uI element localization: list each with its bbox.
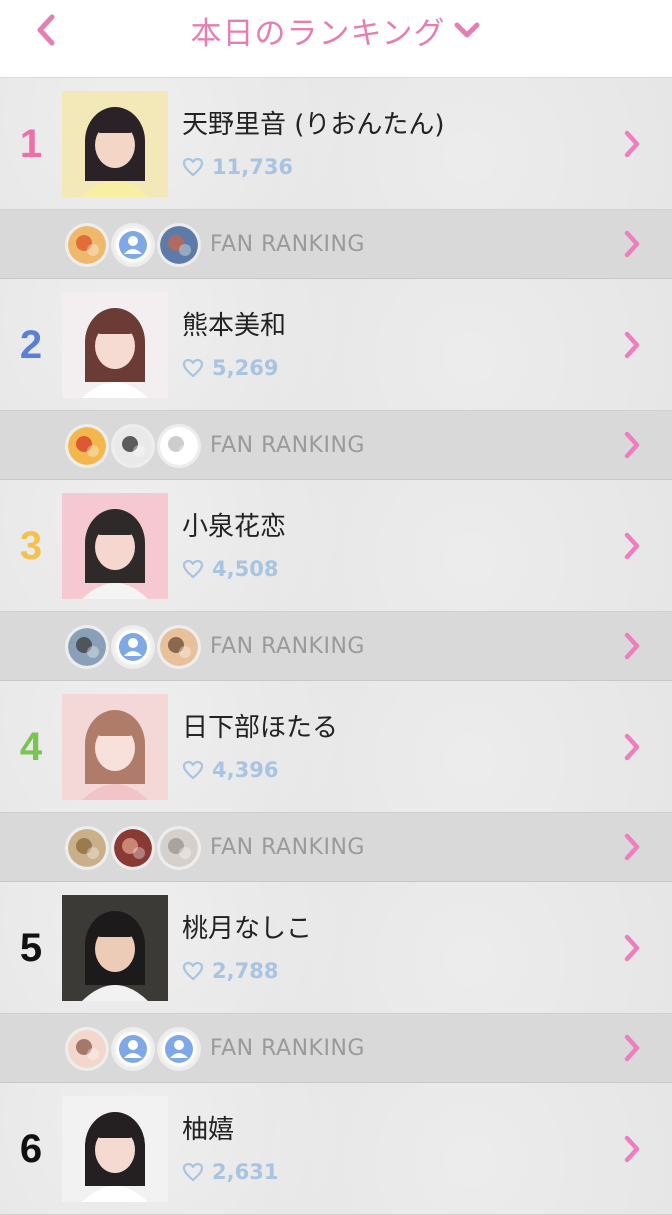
user-icon: [114, 226, 152, 264]
fan-ranking-row[interactable]: FAN RANKING: [0, 612, 672, 681]
idol-name: 天野里音 (りおんたん): [182, 110, 445, 140]
chevron-right-icon[interactable]: [620, 227, 644, 261]
ranking-period-selector[interactable]: 本日のランキング: [0, 8, 672, 52]
ranking-list: 1 天野里音 (りおんたん) 11,736 FAN RANKING 2 熊本美和 5,269…: [0, 78, 672, 1215]
avatar: [68, 628, 106, 666]
page-title: 本日のランキング: [190, 15, 446, 52]
fan-ranking-label: FAN RANKING: [210, 835, 365, 860]
avatar: [160, 628, 198, 666]
rank-number: 4: [19, 724, 43, 769]
idol-name: 熊本美和: [182, 311, 287, 341]
rank-number: 3: [19, 523, 43, 568]
likes-count: 4,508: [182, 557, 278, 581]
likes-value: 4,508: [212, 557, 279, 581]
likes-value: 2,631: [212, 1160, 279, 1184]
avatar: [68, 226, 106, 264]
heart-outline-icon: [182, 559, 204, 579]
rank-row[interactable]: 1 天野里音 (りおんたん) 11,736: [0, 78, 672, 210]
chevron-right-icon[interactable]: [620, 127, 644, 161]
heart-outline-icon: [182, 961, 204, 981]
likes-value: 11,736: [212, 155, 294, 179]
rank-number: 1: [19, 121, 43, 166]
rank-number: 6: [19, 1126, 43, 1171]
user-icon: [114, 1030, 152, 1068]
avatar: [68, 427, 106, 465]
rank-row[interactable]: 2 熊本美和 5,269: [0, 279, 672, 411]
header-bar: 本日のランキング: [0, 0, 672, 78]
idol-name: 桃月なしこ: [182, 914, 313, 944]
user-icon: [114, 628, 152, 666]
heart-outline-icon: [182, 760, 204, 780]
idol-name: 小泉花恋: [182, 512, 287, 542]
rank-number: 5: [19, 925, 43, 970]
heart-outline-icon: [182, 1162, 204, 1182]
fan-ranking-label: FAN RANKING: [210, 232, 365, 257]
idol-photo: [62, 694, 168, 800]
chevron-right-icon[interactable]: [620, 1031, 644, 1065]
likes-value: 4,396: [212, 758, 279, 782]
avatar: [68, 829, 106, 867]
rank-number: 2: [19, 322, 43, 367]
avatar: [114, 427, 152, 465]
idol-photo: [62, 292, 168, 398]
idol-photo: [62, 91, 168, 197]
avatar: [160, 427, 198, 465]
idol-photo: [62, 895, 168, 1001]
rank-row[interactable]: 4 日下部ほたる 4,396: [0, 681, 672, 813]
fan-ranking-row[interactable]: FAN RANKING: [0, 1014, 672, 1083]
avatar: [114, 829, 152, 867]
likes-count: 5,269: [182, 356, 278, 380]
rank-row[interactable]: 5 桃月なしこ 2,788: [0, 882, 672, 1014]
fan-ranking-label: FAN RANKING: [210, 1036, 365, 1061]
idol-name: 日下部ほたる: [182, 713, 339, 743]
avatar: [68, 1030, 106, 1068]
idol-photo: [62, 1096, 168, 1202]
rank-row[interactable]: 3 小泉花恋 4,508: [0, 480, 672, 612]
chevron-right-icon[interactable]: [620, 328, 644, 362]
fan-avatars: [68, 1030, 206, 1068]
avatar: [160, 829, 198, 867]
fan-ranking-row[interactable]: FAN RANKING: [0, 411, 672, 480]
fan-avatars: [68, 427, 206, 465]
chevron-right-icon[interactable]: [620, 931, 644, 965]
avatar: [160, 226, 198, 264]
likes-count: 4,396: [182, 758, 278, 782]
fan-avatars: [68, 628, 206, 666]
fan-ranking-row[interactable]: FAN RANKING: [0, 210, 672, 279]
chevron-right-icon[interactable]: [620, 1132, 644, 1166]
fan-ranking-label: FAN RANKING: [210, 433, 365, 458]
heart-outline-icon: [182, 157, 204, 177]
chevron-right-icon[interactable]: [620, 629, 644, 663]
likes-count: 2,631: [182, 1160, 278, 1184]
idol-photo: [62, 493, 168, 599]
chevron-right-icon[interactable]: [620, 428, 644, 462]
likes-value: 2,788: [212, 959, 279, 983]
likes-value: 5,269: [212, 356, 279, 380]
fan-ranking-row[interactable]: FAN RANKING: [0, 813, 672, 882]
chevron-right-icon[interactable]: [620, 830, 644, 864]
chevron-right-icon[interactable]: [620, 529, 644, 563]
heart-outline-icon: [182, 358, 204, 378]
rank-row[interactable]: 6 柚嬉 2,631: [0, 1083, 672, 1215]
likes-count: 2,788: [182, 959, 278, 983]
user-icon: [160, 1030, 198, 1068]
chevron-right-icon[interactable]: [620, 730, 644, 764]
idol-name: 柚嬉: [182, 1115, 235, 1145]
likes-count: 11,736: [182, 155, 293, 179]
chevron-down-icon: [452, 15, 482, 45]
fan-ranking-label: FAN RANKING: [210, 634, 365, 659]
fan-avatars: [68, 829, 206, 867]
fan-avatars: [68, 226, 206, 264]
